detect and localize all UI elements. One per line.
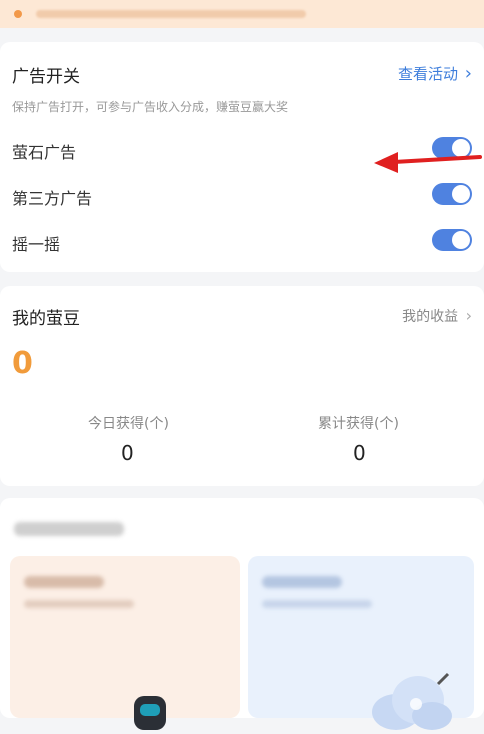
ad-switch-title: 广告开关 bbox=[12, 67, 80, 87]
promo-section-card bbox=[0, 498, 484, 730]
promo-tile-left[interactable] bbox=[10, 556, 240, 730]
total-earned-value: 0 bbox=[353, 441, 366, 465]
promo-section-blurred-title bbox=[14, 522, 124, 536]
chevron-right-icon: › bbox=[464, 63, 472, 84]
toggle-knob bbox=[452, 231, 470, 249]
view-activity-label: 查看活动 bbox=[398, 65, 459, 83]
today-earned-value: 0 bbox=[121, 441, 134, 465]
toggle-row-label-third-party-ads: 第三方广告 bbox=[12, 189, 93, 208]
promo-tile-blurred-title bbox=[24, 576, 104, 588]
view-activity-link[interactable]: 查看活动 › bbox=[398, 63, 472, 84]
toggle-row-label-shake: 摇一摇 bbox=[12, 235, 61, 254]
notice-blurred-text bbox=[36, 10, 306, 18]
third-party-ads-toggle[interactable] bbox=[432, 183, 472, 205]
my-beans-card: 我的萤豆 我的收益 › 0 今日获得(个) 0 累计获得(个) 0 bbox=[0, 286, 484, 486]
my-earnings-link[interactable]: 我的收益 › bbox=[402, 306, 472, 326]
notice-icon bbox=[14, 10, 22, 18]
ad-switch-description: 保持广告打开，可参与广告收入分成，赚萤豆赢大奖 bbox=[12, 100, 289, 114]
notice-banner[interactable] bbox=[0, 0, 484, 28]
shake-toggle[interactable] bbox=[432, 229, 472, 251]
toggle-row-label-ezviz-ads: 萤石广告 bbox=[12, 143, 77, 162]
my-earnings-label: 我的收益 bbox=[402, 309, 459, 325]
promo-tile-blurred-subtitle bbox=[262, 600, 372, 608]
robot-icon bbox=[134, 696, 166, 730]
my-beans-title: 我的萤豆 bbox=[12, 309, 80, 329]
total-earned-label: 累计获得(个) bbox=[318, 416, 399, 432]
red-arrow-annotation bbox=[374, 152, 482, 173]
bean-balance: 0 bbox=[12, 346, 33, 381]
promo-tile-blurred-subtitle bbox=[24, 600, 134, 608]
promo-tile-blurred-title bbox=[262, 576, 342, 588]
toggle-knob bbox=[452, 185, 470, 203]
chevron-right-icon: › bbox=[465, 306, 472, 325]
promo-tile-right[interactable] bbox=[248, 556, 474, 730]
today-earned-label: 今日获得(个) bbox=[88, 416, 169, 432]
cloud-icon bbox=[372, 672, 452, 730]
